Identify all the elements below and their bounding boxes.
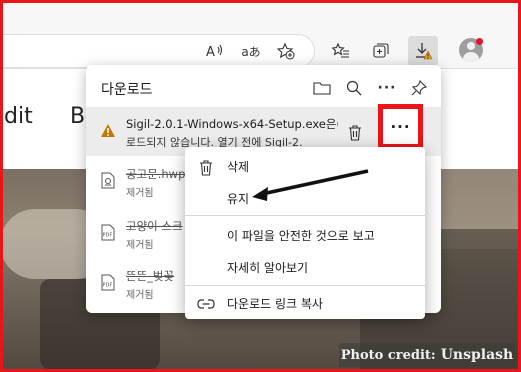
document-icon	[100, 171, 116, 189]
read-aloud-icon[interactable]: A	[200, 36, 230, 66]
nav-link-edit[interactable]: dit	[4, 104, 33, 129]
open-folder-icon[interactable]	[310, 76, 334, 100]
download-status: 제거됨	[126, 290, 154, 301]
menu-item-label: 이 파일을 안전한 것으로 보고	[227, 228, 375, 243]
pdf-icon: PDF	[100, 223, 116, 241]
download-more-button[interactable]: ···	[378, 104, 423, 149]
photo-credit: Photo credit: Unsplash	[339, 343, 515, 367]
browser-toolbar: A aあ	[0, 0, 521, 69]
download-file-name: 공고문.hwp	[126, 167, 186, 181]
menu-item-copy-link[interactable]: 다운로드 링크 복사	[185, 288, 425, 318]
svg-text:A: A	[206, 45, 215, 59]
trash-icon	[197, 158, 215, 176]
translate-icon[interactable]: aあ	[236, 36, 266, 66]
pin-icon[interactable]	[407, 76, 431, 100]
menu-item-label: 유지	[227, 191, 250, 206]
menu-item-keep[interactable]: 유지	[185, 183, 425, 213]
download-file-name: 고양이 스크	[126, 219, 183, 233]
download-context-menu: 삭제 유지 이 파일을 안전한 것으로 보고 자세히 알아보기 다운로드 링크 …	[185, 147, 425, 319]
menu-separator	[185, 215, 425, 216]
svg-text:PDF: PDF	[103, 232, 113, 238]
menu-separator	[185, 285, 425, 286]
more-options-icon: ···	[390, 117, 411, 136]
photo-credit-brand[interactable]: Unsplash	[441, 347, 514, 363]
download-status: 제거됨	[126, 188, 154, 199]
warning-icon	[100, 121, 116, 139]
menu-item-report-safe[interactable]: 이 파일을 안전한 것으로 보고	[185, 220, 425, 250]
svg-text:PDF: PDF	[103, 282, 113, 288]
pdf-icon: PDF	[100, 273, 116, 291]
menu-item-label: 삭제	[227, 159, 250, 174]
search-icon[interactable]	[342, 76, 366, 100]
photo-credit-label: Photo credit:	[340, 347, 436, 363]
collections-icon[interactable]	[366, 36, 396, 66]
link-icon	[197, 295, 215, 313]
menu-item-label: 다운로드 링크 복사	[227, 296, 323, 311]
delete-icon[interactable]	[342, 119, 368, 145]
nav-link-b[interactable]: B	[70, 104, 85, 129]
download-status: 제거됨	[126, 240, 154, 251]
download-file-name: Sigil-2.0.1-Windows-x64-Setup.exe은(	[126, 117, 338, 131]
address-bar[interactable]	[0, 34, 315, 68]
menu-item-learn-more[interactable]: 자세히 알아보기	[185, 252, 425, 282]
notification-dot	[476, 38, 483, 45]
download-file-name: 뜬뜬_벚꽃	[126, 269, 175, 283]
more-options-icon[interactable]: ···	[375, 76, 399, 100]
add-favorite-icon[interactable]	[271, 36, 301, 66]
favorites-icon[interactable]	[326, 36, 356, 66]
menu-item-delete[interactable]: 삭제	[185, 151, 425, 181]
downloads-icon[interactable]	[408, 36, 438, 66]
downloads-title: 다운로드	[101, 82, 153, 98]
menu-item-label: 자세히 알아보기	[227, 260, 309, 275]
